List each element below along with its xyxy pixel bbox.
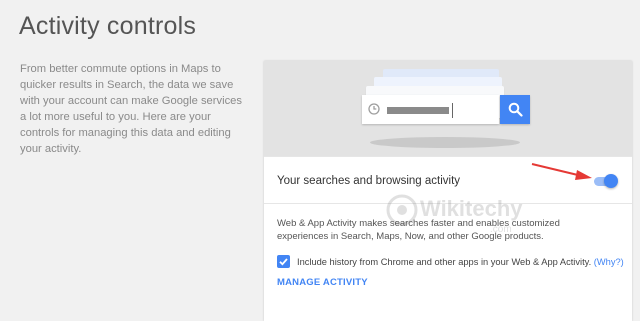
search-illustration bbox=[264, 61, 632, 156]
red-arrow-annotation bbox=[531, 163, 592, 180]
clock-icon bbox=[368, 103, 380, 115]
checkmark-icon bbox=[279, 258, 288, 266]
checkbox-label-text: Include history from Chrome and other ap… bbox=[297, 257, 592, 267]
search-icon bbox=[508, 102, 523, 117]
activity-toggle-knob[interactable] bbox=[604, 174, 618, 188]
illustration-searchbox bbox=[362, 95, 499, 124]
setting-description: Web & App Activity makes searches faster… bbox=[277, 218, 560, 242]
illustration-shadow bbox=[370, 137, 520, 148]
search-query-placeholder bbox=[387, 107, 449, 114]
illustration-search-button bbox=[500, 95, 530, 124]
why-link[interactable]: (Why?) bbox=[594, 257, 624, 267]
include-chrome-history-checkbox[interactable] bbox=[277, 255, 290, 268]
divider bbox=[264, 156, 632, 157]
intro-text: From better commute options in Maps to q… bbox=[20, 63, 242, 155]
page-title: Activity controls bbox=[19, 12, 197, 40]
text-caret bbox=[452, 103, 453, 118]
manage-activity-link[interactable]: MANAGE ACTIVITY bbox=[277, 277, 368, 288]
activity-card: Your searches and browsing activity Wiki… bbox=[264, 61, 632, 321]
checkbox-label: Include history from Chrome and other ap… bbox=[297, 257, 624, 267]
